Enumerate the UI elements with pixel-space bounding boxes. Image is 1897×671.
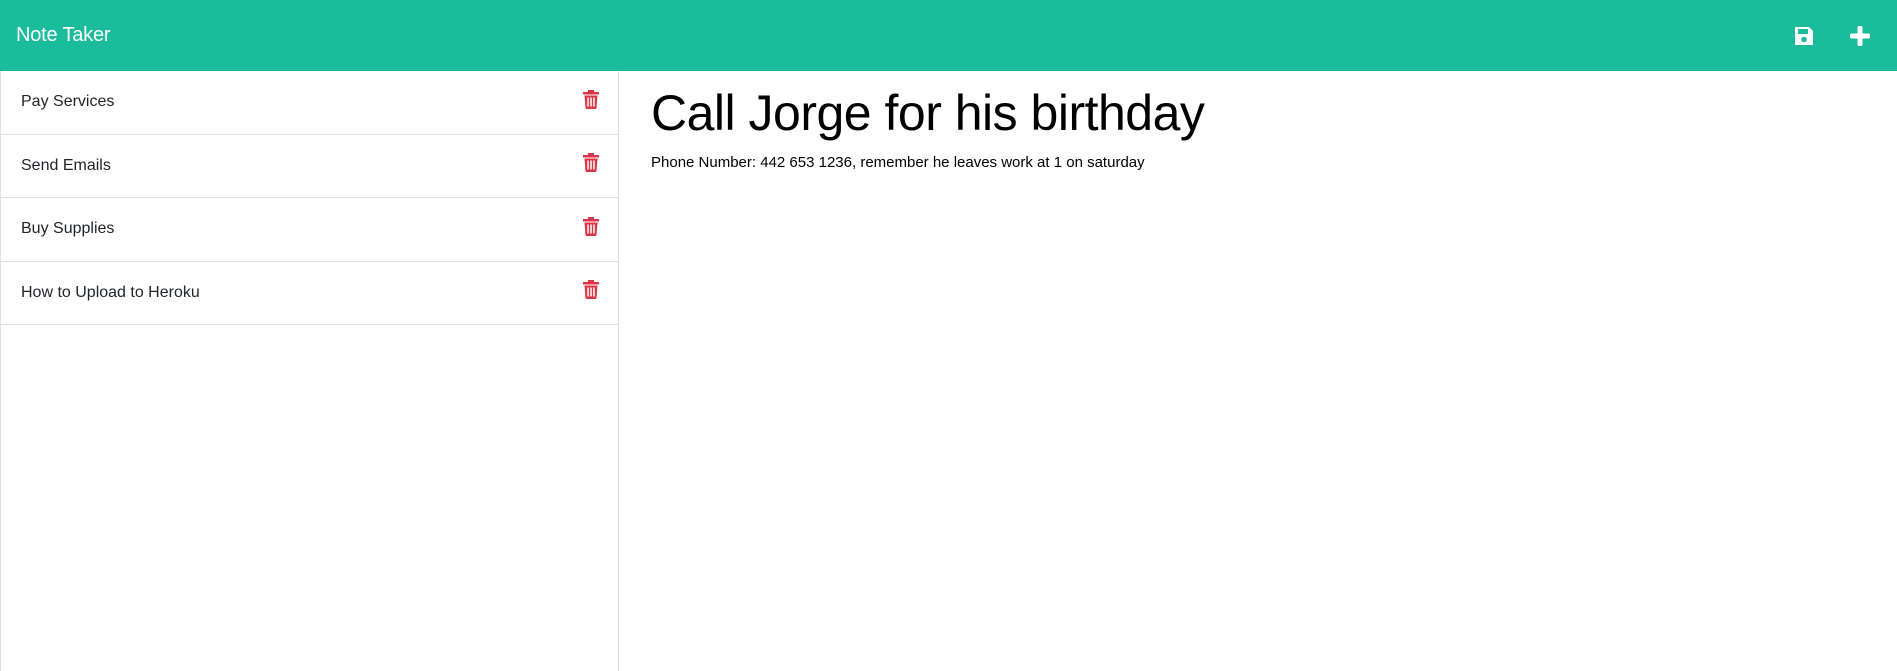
note-item-title: Pay Services	[21, 93, 115, 111]
note-text-area[interactable]: Phone Number: 442 653 1236, remember he …	[651, 153, 1865, 173]
note-list: Pay Services Send Emails Buy Supplies Ho…	[1, 71, 618, 325]
trash-icon[interactable]	[582, 152, 600, 174]
note-item-title: Buy Supplies	[21, 220, 115, 238]
notes-sidebar: Pay Services Send Emails Buy Supplies Ho…	[0, 71, 619, 671]
list-item[interactable]: Pay Services	[1, 71, 618, 135]
note-editor: Call Jorge for his birthday Phone Number…	[619, 71, 1897, 671]
navbar: Note Taker	[0, 0, 1897, 71]
note-item-title: Send Emails	[21, 156, 111, 174]
trash-icon[interactable]	[582, 88, 600, 110]
list-item[interactable]: Send Emails	[1, 135, 618, 198]
plus-icon[interactable]	[1847, 23, 1873, 49]
note-title-input[interactable]: Call Jorge for his birthday	[651, 83, 1865, 143]
app-title[interactable]: Note Taker	[16, 24, 111, 47]
toolbar	[1791, 23, 1881, 49]
note-item-title: How to Upload to Heroku	[21, 283, 200, 301]
list-item[interactable]: Buy Supplies	[1, 198, 618, 262]
trash-icon[interactable]	[582, 279, 600, 301]
trash-icon[interactable]	[582, 215, 600, 237]
list-item[interactable]: How to Upload to Heroku	[1, 262, 618, 325]
save-icon[interactable]	[1791, 23, 1817, 49]
